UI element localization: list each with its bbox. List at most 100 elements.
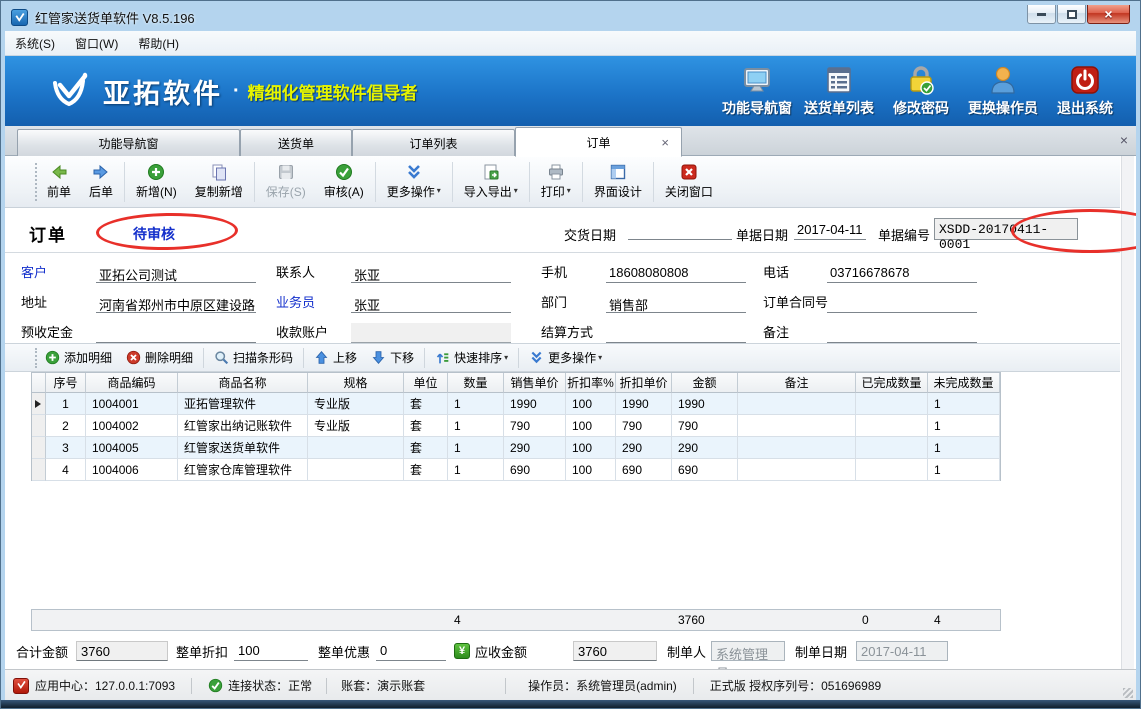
cell[interactable]: 100 — [566, 437, 616, 459]
salesman-label[interactable]: 业务员 — [276, 292, 351, 313]
cell[interactable]: 1 — [448, 415, 504, 437]
nav-window-button[interactable]: 功能导航窗 — [716, 65, 798, 118]
cell[interactable]: 290 — [616, 437, 672, 459]
prev-doc-button[interactable]: 前单 — [38, 159, 80, 205]
customer-label[interactable]: 客户 — [21, 262, 96, 283]
cell[interactable] — [738, 437, 856, 459]
cell[interactable]: 红管家出纳记账软件 — [178, 415, 308, 437]
delivery-list-button[interactable]: 送货单列表 — [798, 65, 880, 118]
cell[interactable] — [856, 393, 928, 415]
tab-order-list[interactable]: 订单列表 — [352, 129, 515, 156]
cell[interactable]: 红管家仓库管理软件 — [178, 459, 308, 481]
cell[interactable]: 1004002 — [86, 415, 178, 437]
salesman-field[interactable]: 张亚 — [351, 293, 511, 313]
detail-more-button[interactable]: 更多操作 ▾ — [522, 349, 609, 366]
col-header[interactable]: 金额 — [672, 373, 738, 393]
cell[interactable] — [738, 415, 856, 437]
next-doc-button[interactable]: 后单 — [80, 159, 122, 205]
tabstrip-close-icon[interactable]: × — [1120, 133, 1128, 147]
cell[interactable]: 290 — [672, 437, 738, 459]
deposit-field[interactable] — [96, 323, 256, 343]
delete-detail-button[interactable]: 删除明细 — [119, 349, 200, 366]
col-header[interactable]: 序号 — [46, 373, 86, 393]
cell[interactable]: 亚拓管理软件 — [178, 393, 308, 415]
cell[interactable]: 1 — [46, 393, 86, 415]
remark-field[interactable] — [827, 323, 977, 343]
cell[interactable]: 1 — [448, 393, 504, 415]
cell[interactable]: 690 — [672, 459, 738, 481]
close-button[interactable]: × — [1087, 5, 1130, 24]
cell[interactable]: 3 — [46, 437, 86, 459]
menu-window[interactable]: 窗口(W) — [65, 32, 128, 55]
minimize-button[interactable] — [1027, 5, 1056, 24]
cell[interactable]: 1 — [448, 437, 504, 459]
col-header[interactable]: 已完成数量 — [856, 373, 928, 393]
cell[interactable]: 100 — [566, 459, 616, 481]
cell[interactable]: 2 — [46, 415, 86, 437]
department-field[interactable]: 销售部 — [606, 293, 746, 313]
col-header[interactable]: 数量 — [448, 373, 504, 393]
cell[interactable]: 套 — [404, 415, 448, 437]
address-field[interactable]: 河南省郑州市中原区建设路 — [96, 293, 256, 313]
cell[interactable] — [856, 437, 928, 459]
cell[interactable]: 红管家送货单软件 — [178, 437, 308, 459]
cell[interactable]: 1 — [448, 459, 504, 481]
customer-field[interactable]: 亚拓公司测试 — [96, 263, 256, 283]
maximize-button[interactable] — [1057, 5, 1086, 24]
add-button[interactable]: 新增(N) — [127, 159, 186, 205]
phone-field[interactable]: 03716678678 — [827, 263, 977, 283]
col-header[interactable]: 销售单价 — [504, 373, 566, 393]
cell[interactable]: 100 — [566, 415, 616, 437]
cell[interactable]: 790 — [672, 415, 738, 437]
import-export-button[interactable]: 导入导出▾ — [455, 159, 527, 205]
cell[interactable]: 1 — [928, 437, 1000, 459]
menu-system[interactable]: 系统(S) — [5, 32, 65, 55]
tab-order[interactable]: 订单 × — [515, 127, 682, 157]
col-header[interactable]: 备注 — [738, 373, 856, 393]
cell[interactable]: 套 — [404, 393, 448, 415]
cell[interactable] — [308, 459, 404, 481]
scan-barcode-button[interactable]: 扫描条形码 — [207, 349, 300, 366]
more-operations-button[interactable]: 更多操作▾ — [378, 159, 450, 205]
tab-close-icon[interactable]: × — [661, 136, 669, 149]
menu-help[interactable]: 帮助(H) — [128, 32, 189, 55]
close-window-button[interactable]: 关闭窗口 — [656, 159, 722, 205]
cell[interactable]: 专业版 — [308, 393, 404, 415]
add-detail-button[interactable]: 添加明细 — [38, 349, 119, 366]
reduce-field[interactable]: 0 — [376, 641, 446, 661]
cell[interactable]: 1004005 — [86, 437, 178, 459]
col-header[interactable]: 商品编码 — [86, 373, 178, 393]
cell[interactable]: 790 — [616, 415, 672, 437]
col-header[interactable]: 折扣率% — [566, 373, 616, 393]
move-up-button[interactable]: 上移 — [307, 349, 364, 366]
discount-field[interactable]: 100 — [234, 641, 308, 661]
cell[interactable]: 100 — [566, 393, 616, 415]
copy-add-button[interactable]: 复制新增 — [186, 159, 252, 205]
col-header[interactable]: 折扣单价 — [616, 373, 672, 393]
cell[interactable]: 790 — [504, 415, 566, 437]
cell[interactable]: 690 — [504, 459, 566, 481]
cell[interactable]: 1990 — [504, 393, 566, 415]
cell[interactable] — [856, 415, 928, 437]
cell[interactable]: 290 — [504, 437, 566, 459]
cell[interactable]: 1990 — [616, 393, 672, 415]
col-header[interactable]: 商品名称 — [178, 373, 308, 393]
cell[interactable]: 1004006 — [86, 459, 178, 481]
cell[interactable]: 690 — [616, 459, 672, 481]
col-header[interactable]: 规格 — [308, 373, 404, 393]
cell[interactable]: 套 — [404, 459, 448, 481]
cell[interactable]: 1 — [928, 415, 1000, 437]
cell[interactable]: 1 — [928, 393, 1000, 415]
col-header[interactable]: 单位 — [404, 373, 448, 393]
cell[interactable] — [856, 459, 928, 481]
settlement-field[interactable] — [606, 323, 746, 343]
cell[interactable]: 专业版 — [308, 415, 404, 437]
doc-date-field[interactable]: 2017-04-11 — [794, 220, 866, 240]
move-down-button[interactable]: 下移 — [364, 349, 421, 366]
cell[interactable]: 1 — [928, 459, 1000, 481]
cell[interactable]: 1990 — [672, 393, 738, 415]
audit-button[interactable]: 审核(A) — [315, 159, 373, 205]
tab-nav-window[interactable]: 功能导航窗 — [17, 129, 240, 156]
cell[interactable] — [738, 393, 856, 415]
change-password-button[interactable]: 修改密码 — [880, 65, 962, 118]
